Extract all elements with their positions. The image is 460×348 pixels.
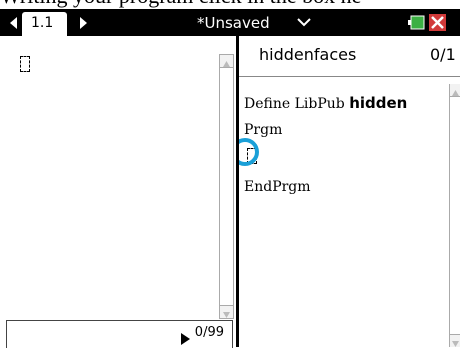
define-line[interactable]: Define LibPub hidden (244, 94, 407, 112)
arrow-left-icon[interactable] (10, 17, 17, 29)
close-icon[interactable] (429, 14, 446, 31)
tab-label: 1.1 (31, 15, 54, 31)
play-icon (181, 333, 190, 345)
status-count: 0/99 (194, 325, 224, 340)
scroll-up-button[interactable] (450, 84, 460, 97)
chevron-down-icon[interactable] (296, 16, 312, 28)
prgm-line[interactable]: Prgm (244, 122, 282, 138)
right-scrollbar[interactable] (449, 84, 460, 347)
scroll-down-button[interactable] (450, 334, 460, 347)
arrow-right-icon[interactable] (80, 17, 87, 29)
entry-cursor[interactable] (20, 56, 30, 72)
program-editor-pane[interactable]: hiddenfaces 0/1 Define LibPub hidden Prg… (239, 36, 460, 347)
document-title[interactable]: *Unsaved (197, 14, 270, 32)
tab-page[interactable]: 1.1 (22, 12, 67, 36)
scroll-down-button[interactable] (220, 305, 233, 318)
left-scrollbar[interactable] (219, 54, 234, 319)
page-caption: Writing your program click in the box ne (0, 0, 460, 9)
scroll-up-button[interactable] (220, 55, 233, 68)
battery-icon (408, 15, 425, 30)
program-header: hiddenfaces 0/1 (239, 36, 460, 77)
define-prefix: Define LibPub (244, 96, 350, 112)
program-name: hiddenfaces (259, 45, 357, 64)
status-box: 0/99 (6, 320, 233, 348)
title-bar: 1.1 *Unsaved (0, 9, 460, 36)
calculator-pane[interactable]: 0/99 (0, 36, 236, 348)
program-name-bold: hidden (349, 94, 408, 112)
line-count: 0/1 (430, 45, 456, 64)
endprgm-line[interactable]: EndPrgm (244, 179, 311, 195)
